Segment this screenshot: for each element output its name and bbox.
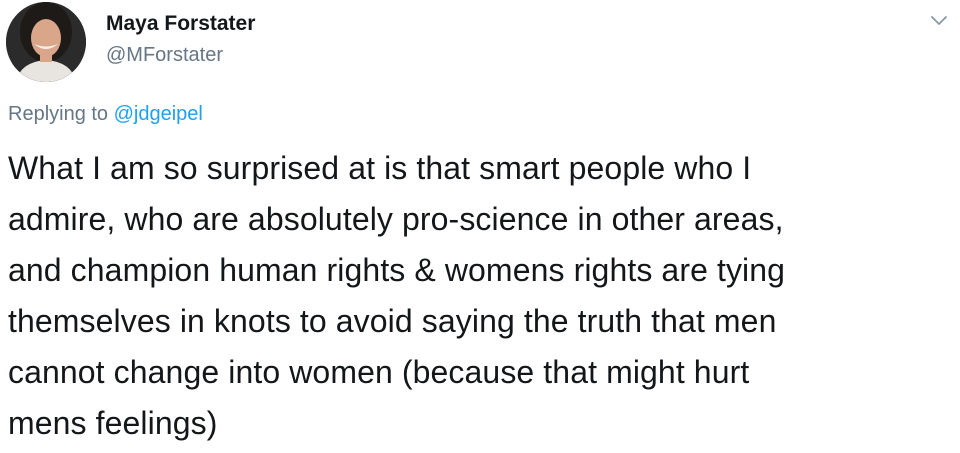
tweet-text: What I am so surprised at is that smart … <box>8 143 953 449</box>
tweet-text-line: themselves in knots to avoid saying the … <box>8 303 777 339</box>
tweet-text-line: mens feelings) <box>8 405 218 441</box>
avatar[interactable] <box>6 2 86 82</box>
reply-mention-link[interactable]: @jdgeipel <box>114 103 203 125</box>
author-name[interactable]: Maya Forstater <box>106 12 255 36</box>
profile-photo-icon <box>6 2 86 82</box>
tweet-text-line: admire, who are absolutely pro-science i… <box>8 201 784 237</box>
tweet-text-line: and champion human rights & womens right… <box>8 252 786 288</box>
author-handle[interactable]: @MForstater <box>106 44 223 67</box>
replying-to-label: Replying to <box>8 103 109 125</box>
tweet-text-line: cannot change into women (because that m… <box>8 354 750 390</box>
tweet-card: Maya Forstater @MForstater Replying to @… <box>0 0 960 453</box>
replying-to: Replying to @jdgeipel <box>8 103 203 126</box>
tweet-text-line: What I am so surprised at is that smart … <box>8 150 752 186</box>
chevron-down-icon[interactable] <box>928 10 950 32</box>
